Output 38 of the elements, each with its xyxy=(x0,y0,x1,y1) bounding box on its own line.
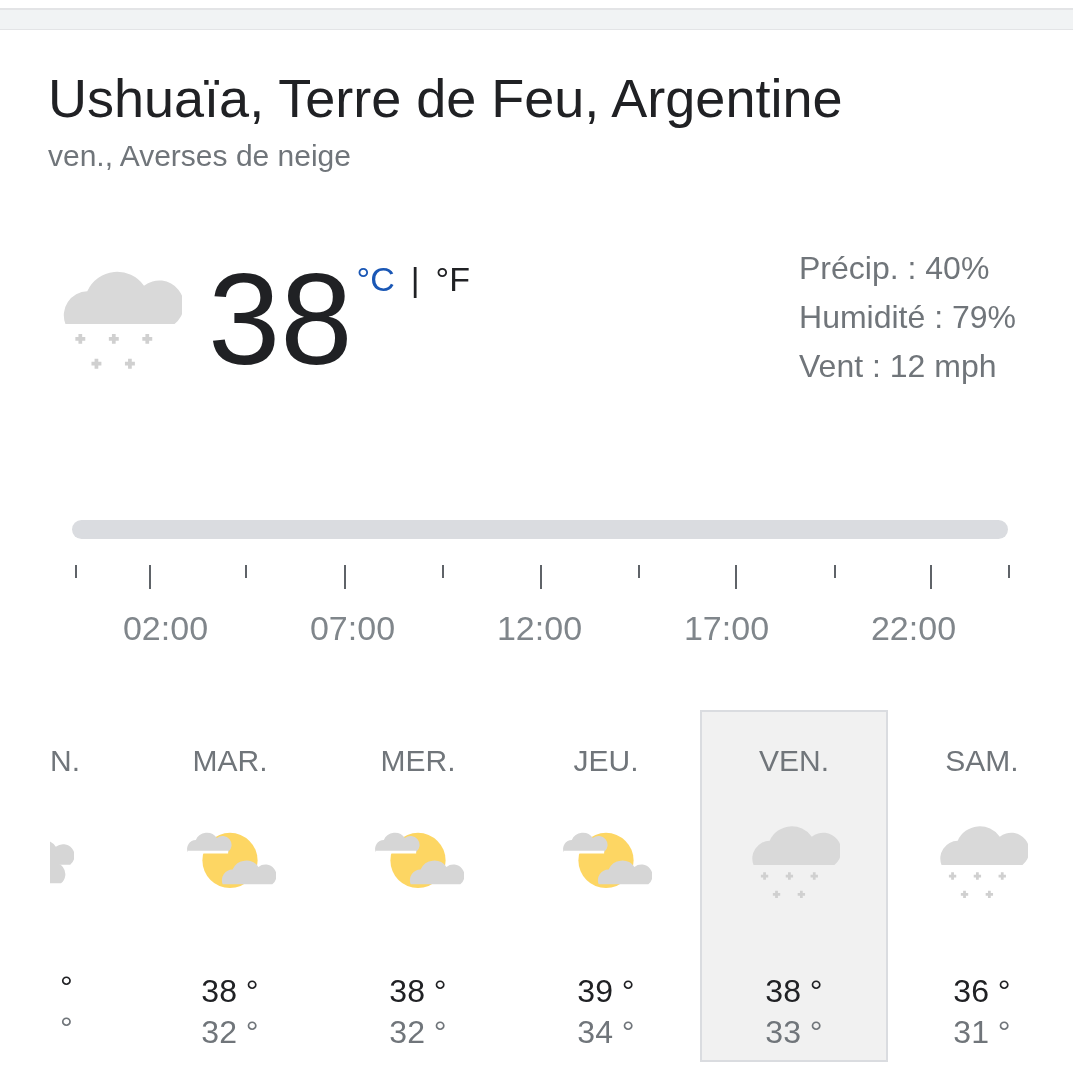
time-label: 02:00 xyxy=(121,607,210,649)
high-temp: 38 ° xyxy=(200,971,260,1011)
day-tab[interactable]: VEN. 38 ° 33 ° xyxy=(700,709,888,1062)
day-name: MAR. xyxy=(191,742,269,779)
day-tab[interactable]: MER. 38 ° 32 ° xyxy=(324,709,512,1062)
day-name: N. xyxy=(50,742,81,779)
weather-detail: Humidité : 79% xyxy=(799,297,1016,337)
day-tab[interactable]: N. ° ° xyxy=(48,709,136,1062)
low-temp: 32 ° xyxy=(388,1013,448,1053)
time-label: 22:00 xyxy=(869,607,958,649)
day-tab[interactable]: JEU. 39 ° 34 ° xyxy=(512,709,700,1062)
weather-detail: Vent : 12 mph xyxy=(799,346,998,386)
time-label: 07:00 xyxy=(308,607,397,649)
high-temp: 38 ° xyxy=(388,971,448,1011)
day-name: MER. xyxy=(379,742,457,779)
day-tab[interactable]: SAM. 36 ° 31 ° xyxy=(888,709,1073,1062)
low-temp: 31 ° xyxy=(952,1013,1012,1053)
unit-separator: | xyxy=(410,261,420,296)
location-title: Ushuaïa, Terre de Feu, Argentine xyxy=(48,67,844,130)
day-name: JEU. xyxy=(572,742,640,779)
high-temp: 38 ° xyxy=(764,971,824,1011)
low-temp: 34 ° xyxy=(576,1013,636,1053)
high-temp: ° xyxy=(59,967,74,1007)
temperature: 38 xyxy=(208,253,353,384)
weather-subtitle: ven., Averses de neige xyxy=(48,137,352,174)
high-temp: 39 ° xyxy=(576,971,636,1011)
day-name: SAM. xyxy=(944,742,1020,779)
high-temp: 36 ° xyxy=(952,971,1012,1011)
low-temp: ° xyxy=(59,1009,74,1049)
unit-toggle[interactable]: °F xyxy=(435,261,470,296)
day-name: VEN. xyxy=(758,742,830,779)
unit-toggle[interactable]: °C xyxy=(356,261,395,296)
day-tab[interactable]: MAR. 38 ° 32 ° xyxy=(136,709,324,1062)
weather-detail: Précip. : 40% xyxy=(799,248,991,288)
time-label: 12:00 xyxy=(495,607,584,649)
low-temp: 32 ° xyxy=(200,1013,260,1053)
time-label: 17:00 xyxy=(682,607,771,649)
low-temp: 33 ° xyxy=(764,1013,824,1053)
